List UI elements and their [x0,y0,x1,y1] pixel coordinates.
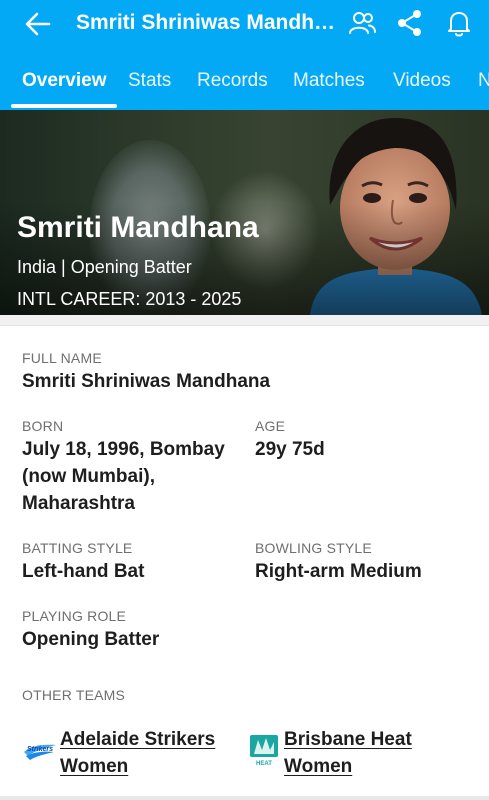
full-name-value: Smriti Shriniwas Mandhana [22,371,271,392]
active-tab-indicator [11,104,117,108]
tab-stats[interactable]: Stats [128,68,171,94]
tab-records[interactable]: Records [197,68,268,94]
team-name-line1[interactable]: Adelaide Strikers [60,726,215,753]
team-name-line1[interactable]: Brisbane Heat [284,726,412,753]
adelaide-strikers-logo: Strikers [24,744,56,760]
svg-text:HEAT: HEAT [256,761,272,767]
people-icon[interactable] [347,8,377,38]
bowling-style-value: Right-arm Medium [255,561,422,582]
tab-bar: Overview Stats Records Matches Videos N [0,60,489,110]
other-teams-label: OTHER TEAMS [22,687,126,703]
born-label: BORN [22,418,64,434]
tab-matches[interactable]: Matches [293,68,365,94]
svg-text:Strikers: Strikers [27,746,53,753]
age-label: AGE [255,418,286,434]
age-value: 29y 75d [255,439,325,460]
full-name-label: FULL NAME [22,350,102,366]
born-value-line3: Maharashtra [22,493,135,514]
page-title: Smriti Shriniwas Mandha… [76,11,346,34]
playing-role-value: Opening Batter [22,629,160,650]
share-icon[interactable] [395,8,425,38]
bell-icon[interactable] [444,8,474,38]
batting-style-label: BATTING STYLE [22,540,133,556]
brisbane-heat-logo: HEAT [250,735,278,767]
bottom-divider [0,796,489,800]
bowling-style-label: BOWLING STYLE [255,540,372,556]
team-link-adelaide-strikers[interactable]: Strikers Adelaide Strikers Women [22,726,242,786]
player-career-span: INTL CAREER: 2013 - 2025 [17,289,242,309]
tab-videos[interactable]: Videos [393,68,451,94]
team-name-line2[interactable]: Women [60,753,128,780]
playing-role-label: PLAYING ROLE [22,608,127,624]
team-link-brisbane-heat[interactable]: HEAT Brisbane Heat Women [246,726,476,786]
tab-overview[interactable]: Overview [22,68,107,94]
player-country-role: India | Opening Batter [17,257,192,277]
team-name-line2[interactable]: Women [284,753,352,780]
player-name: Smriti Mandhana [17,211,259,244]
app-bar: Smriti Shriniwas Mandha… Overview Stats … [0,0,489,110]
born-value-line1: July 18, 1996, Bombay [22,439,225,460]
back-arrow-icon[interactable] [22,8,54,40]
batting-style-value: Left-hand Bat [22,561,145,582]
section-divider [0,315,489,326]
tab-news[interactable]: N [478,68,489,94]
born-value-line2: (now Mumbai), [22,466,155,487]
player-hero-banner: Smriti Mandhana India | Opening Batter I… [0,110,489,315]
